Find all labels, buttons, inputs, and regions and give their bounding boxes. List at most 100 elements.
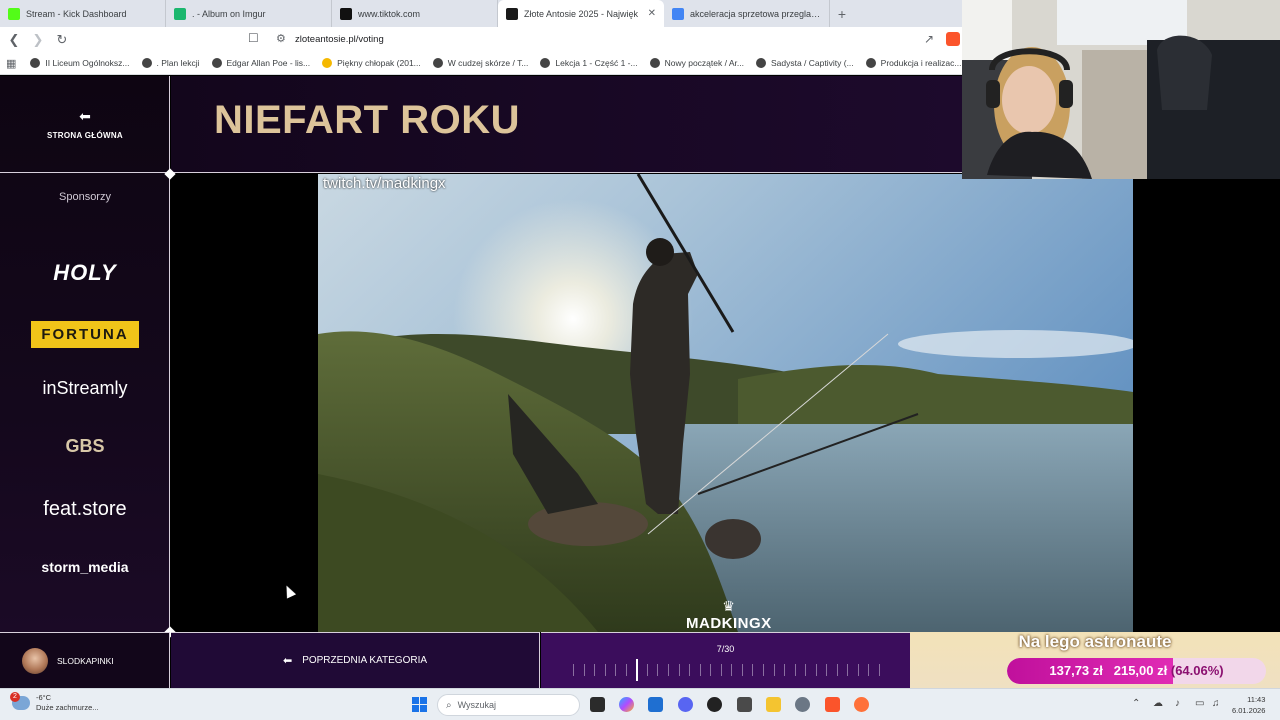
- progress-tick[interactable]: [668, 664, 669, 676]
- progress-tick[interactable]: [762, 664, 764, 676]
- kick-icon: [8, 7, 20, 20]
- browser-tab[interactable]: akceleracja sprzetowa przegladarka |: [664, 0, 830, 27]
- weather-cloud-icon: 2: [10, 692, 30, 710]
- progress-tick[interactable]: [583, 664, 585, 676]
- forward-icon[interactable]: ❯: [28, 30, 48, 50]
- video-player[interactable]: twitch.tv/madkingx ♛ MADKINGX: [318, 174, 1133, 632]
- sponsor-featstore-logo[interactable]: feat.store: [0, 498, 170, 521]
- bookmark-item[interactable]: Edgar Allan Poe - lis...: [211, 58, 310, 68]
- progress-tick[interactable]: [699, 664, 701, 676]
- bookmark-item[interactable]: Nowy początek / Ar...: [649, 58, 744, 68]
- google-icon: [672, 7, 684, 20]
- brave-browser-icon[interactable]: [825, 697, 840, 712]
- discord-icon[interactable]: [678, 697, 693, 712]
- donation-goal-widget: Na lego astronaute 137,73 zł 215,00 zł (…: [910, 632, 1280, 688]
- sponsor-fortuna-logo[interactable]: FORTUNA: [0, 321, 170, 348]
- network-icon[interactable]: ☁: [1153, 698, 1163, 709]
- brave-shield-icon[interactable]: [946, 32, 960, 46]
- bookmark-label: Produkcja i realizac...: [880, 58, 962, 68]
- weather-widget[interactable]: 2 -6°C Duże zachmurze...: [10, 692, 99, 713]
- new-tab-icon[interactable]: +: [830, 0, 854, 27]
- progress-tick[interactable]: [879, 664, 880, 676]
- back-icon[interactable]: ❮: [4, 30, 24, 50]
- url-field[interactable]: zloteantosie.pl/voting: [295, 34, 384, 45]
- progress-tick[interactable]: [836, 664, 838, 676]
- sponsor-stormmedia-logo[interactable]: storm_media: [0, 559, 170, 575]
- progress-tick[interactable]: [773, 664, 775, 676]
- volume-icon[interactable]: ♫: [1212, 698, 1220, 709]
- progress-tick-current[interactable]: [636, 659, 639, 681]
- progress-tick[interactable]: [625, 664, 627, 676]
- progress-tick[interactable]: [868, 664, 870, 676]
- sponsor-instreamly-logo[interactable]: inStreamly: [0, 378, 170, 399]
- user-profile[interactable]: SLODKAPINKI: [0, 632, 170, 688]
- progress-tick[interactable]: [689, 664, 691, 676]
- bookmark-label: Lekcja 1 - Część 1 -...: [555, 58, 638, 68]
- progress-tick[interactable]: [794, 664, 796, 676]
- donation-progress-bar: 137,73 zł 215,00 zł (64.06%): [1007, 658, 1266, 684]
- chevron-up-icon[interactable]: ⌃: [1132, 698, 1140, 709]
- progress-tick[interactable]: [784, 664, 785, 676]
- apps-grid-icon[interactable]: ▦: [6, 57, 16, 70]
- progress-tick[interactable]: [857, 664, 859, 676]
- microphone-icon[interactable]: ♪: [1175, 698, 1180, 709]
- progress-tick[interactable]: [573, 664, 574, 676]
- bookmark-item[interactable]: W cudzej skórze / T...: [432, 58, 528, 68]
- progress-tick[interactable]: [710, 664, 712, 676]
- progress-tick[interactable]: [741, 664, 743, 676]
- site-info-icon[interactable]: ⚙: [276, 32, 286, 45]
- category-progress: 7/30: [541, 632, 910, 688]
- browser-tab[interactable]: Stream - Kick Dashboard: [0, 0, 166, 27]
- taskbar-search[interactable]: ⌕ Wyszukaj: [437, 694, 580, 716]
- home-link[interactable]: ⬅ STRONA GŁÓWNA: [0, 76, 170, 173]
- sponsor-holy-logo[interactable]: HOLY: [0, 260, 170, 286]
- browser-tab[interactable]: . - Album on Imgur: [166, 0, 332, 27]
- system-clock[interactable]: 11:43 6.01.2026: [1232, 694, 1265, 716]
- sponsor-gbs-logo[interactable]: GBS: [0, 436, 170, 457]
- progress-tick[interactable]: [604, 664, 606, 676]
- bookmark-item[interactable]: II Liceum Ogólnoksz...: [30, 58, 130, 68]
- progress-tick[interactable]: [826, 664, 828, 676]
- progress-tick[interactable]: [646, 664, 648, 676]
- app-icon[interactable]: [737, 697, 752, 712]
- browser-tab[interactable]: Złote Antosie 2025 - Najwięk ✕: [498, 0, 664, 27]
- bookmark-item[interactable]: . Plan lekcji: [141, 58, 200, 68]
- obs-icon[interactable]: [707, 697, 722, 712]
- copilot-icon[interactable]: [619, 697, 634, 712]
- monitor-icon[interactable]: ▭: [1195, 698, 1204, 709]
- bookmark-item[interactable]: Produkcja i realizac...: [865, 58, 962, 68]
- settings-gear-icon[interactable]: [795, 697, 810, 712]
- store-icon[interactable]: [648, 697, 663, 712]
- firefox-icon[interactable]: [854, 697, 869, 712]
- progress-tick[interactable]: [720, 664, 722, 676]
- temperature: -6°C: [36, 693, 52, 702]
- progress-tick[interactable]: [815, 664, 817, 676]
- progress-ticks[interactable]: [573, 659, 880, 681]
- progress-tick[interactable]: [657, 664, 659, 676]
- progress-tick[interactable]: [752, 664, 754, 676]
- progress-tick[interactable]: [594, 664, 596, 676]
- file-manager-icon[interactable]: [590, 697, 605, 712]
- zloteantosie-icon: [506, 7, 518, 20]
- bookmark-item[interactable]: Lekcja 1 - Część 1 -...: [540, 58, 638, 68]
- bookmark-item[interactable]: Piękny chłopak (201...: [322, 58, 421, 68]
- windows-start-icon[interactable]: [412, 697, 427, 712]
- reload-icon[interactable]: ↻: [52, 30, 72, 50]
- share-icon[interactable]: ↗: [924, 32, 934, 46]
- progress-tick[interactable]: [615, 664, 617, 676]
- close-tab-icon[interactable]: ✕: [648, 8, 656, 19]
- progress-tick[interactable]: [678, 664, 680, 676]
- tab-title: Złote Antosie 2025 - Najwięk: [524, 8, 639, 19]
- bookmark-icon[interactable]: ☐: [248, 31, 259, 45]
- previous-category-button[interactable]: ⬅ POPRZEDNIA KATEGORIA: [171, 632, 540, 688]
- progress-counter: 7/30: [716, 644, 735, 654]
- bookmark-label: . Plan lekcji: [156, 58, 200, 68]
- tab-title: www.tiktok.com: [358, 8, 421, 19]
- progress-tick[interactable]: [847, 664, 849, 676]
- progress-tick[interactable]: [805, 664, 807, 676]
- browser-tab[interactable]: www.tiktok.com: [332, 0, 498, 27]
- clock-time: 11:43: [1247, 695, 1266, 704]
- bookmark-item[interactable]: Sadysta / Captivity (...: [755, 58, 854, 68]
- folder-icon[interactable]: [766, 697, 781, 712]
- progress-tick[interactable]: [731, 664, 733, 676]
